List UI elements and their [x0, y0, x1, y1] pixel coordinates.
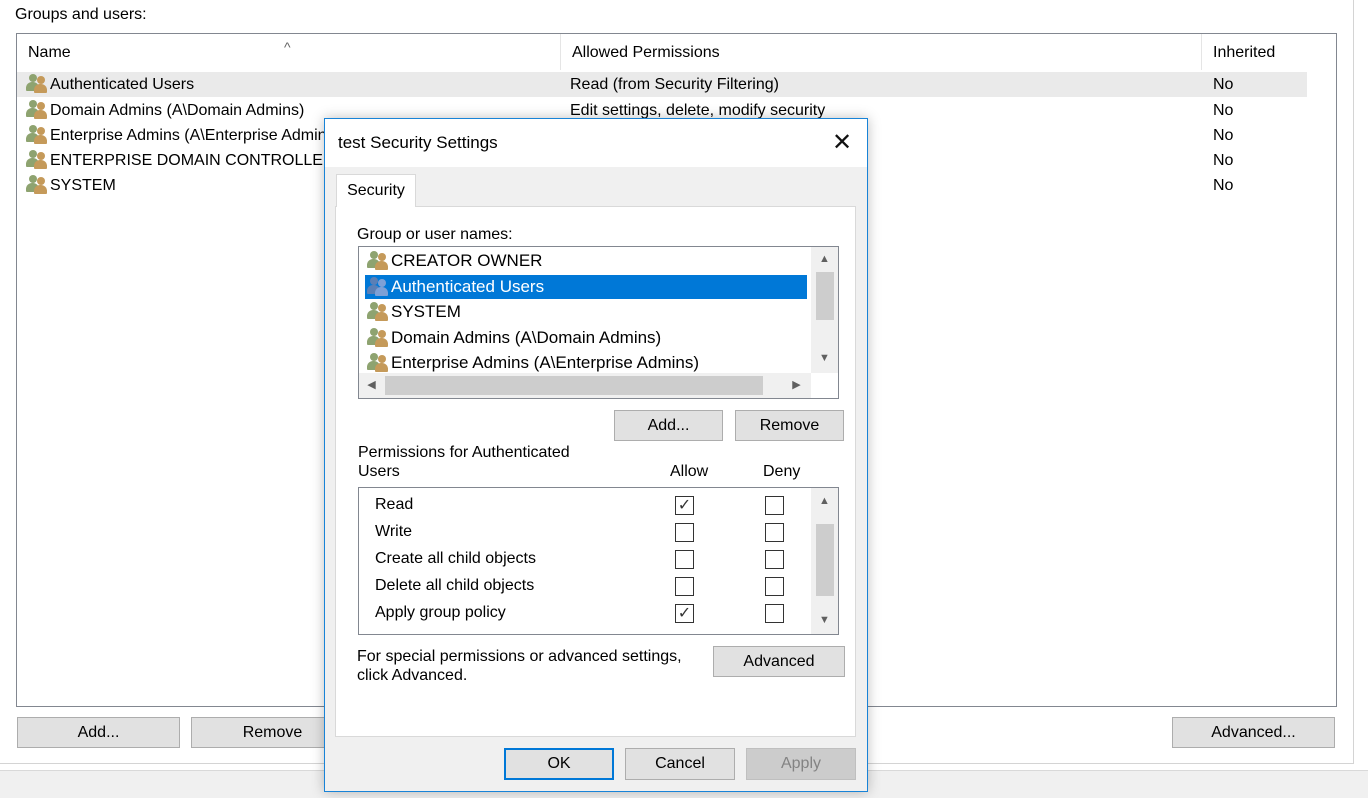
permissions-list[interactable]: Read ✓ Write Create all child objects De… — [358, 487, 839, 635]
users-icon — [26, 124, 48, 144]
list-item-label: Enterprise Admins (A\Enterprise Admins) — [391, 353, 700, 372]
write-deny-checkbox[interactable] — [765, 523, 784, 542]
permission-delete-child-label: Delete all child objects — [375, 577, 535, 594]
row-permissions: Read (from Security Filtering) — [570, 76, 779, 93]
read-deny-checkbox[interactable] — [765, 496, 784, 515]
security-tab-panel: Group or user names: CREATOR OWNER Authe… — [335, 206, 856, 737]
advanced-button[interactable]: Advanced — [713, 646, 845, 677]
list-item-label: SYSTEM — [391, 302, 461, 321]
background-add-button[interactable]: Add... — [17, 717, 180, 748]
special-permissions-text: For special permissions or advanced sett… — [357, 648, 682, 684]
users-icon — [367, 276, 389, 296]
users-icon — [26, 174, 48, 194]
row-inherited: No — [1213, 102, 1234, 119]
permission-read-label: Read — [375, 496, 414, 513]
scroll-up-icon[interactable]: ▲ — [816, 493, 833, 510]
close-icon[interactable]: ✕ — [821, 123, 863, 163]
list-item-label: Authenticated Users — [391, 277, 545, 296]
read-allow-checkbox[interactable]: ✓ — [675, 496, 694, 515]
permission-create-child-label: Create all child objects — [375, 550, 536, 567]
users-icon — [367, 301, 389, 321]
security-settings-dialog: test Security Settings ✕ Security Group … — [324, 118, 868, 792]
table-row[interactable]: Authenticated Users Read (from Security … — [17, 72, 1307, 97]
delete-child-deny-checkbox[interactable] — [765, 577, 784, 596]
users-icon — [26, 149, 48, 169]
list-item[interactable]: SYSTEM — [365, 300, 465, 324]
permissions-for-label: Permissions for Authenticated Users — [358, 444, 570, 480]
users-icon — [26, 73, 48, 93]
add-user-button[interactable]: Add... — [614, 410, 723, 441]
tab-security[interactable]: Security — [336, 174, 416, 207]
scroll-up-icon[interactable]: ▲ — [816, 251, 833, 268]
column-header-allowed-permissions-label: Allowed Permissions — [572, 44, 720, 61]
list-item[interactable]: Domain Admins (A\Domain Admins) — [365, 326, 665, 350]
delete-child-allow-checkbox[interactable] — [675, 577, 694, 596]
users-icon — [26, 99, 48, 119]
row-inherited: No — [1213, 76, 1234, 93]
row-name: Authenticated Users — [50, 76, 195, 93]
scroll-left-icon[interactable]: ◀ — [363, 377, 380, 394]
group-user-names-label: Group or user names: — [357, 226, 513, 243]
list-item-label: CREATOR OWNER — [391, 251, 543, 270]
row-name: ENTERPRISE DOMAIN CONTROLLERS — [50, 152, 346, 169]
list-item[interactable]: Authenticated Users — [365, 275, 807, 299]
row-name-cell: Authenticated Users — [26, 72, 561, 97]
create-child-deny-checkbox[interactable] — [765, 550, 784, 569]
ok-button[interactable]: OK — [504, 748, 614, 780]
deny-column-header: Deny — [763, 463, 801, 480]
permission-apply-gp-label: Apply group policy — [375, 604, 506, 621]
apply-gp-allow-checkbox[interactable]: ✓ — [675, 604, 694, 623]
sort-ascending-icon: ^ — [284, 39, 291, 55]
column-header-inherited[interactable]: Inherited — [1202, 34, 1306, 70]
remove-user-button[interactable]: Remove — [735, 410, 844, 441]
row-inherited: No — [1213, 177, 1234, 194]
row-name: SYSTEM — [50, 177, 116, 194]
write-allow-checkbox[interactable] — [675, 523, 694, 542]
dialog-title: test Security Settings — [338, 133, 498, 152]
column-header-name-label: Name — [28, 44, 71, 61]
allow-column-header: Allow — [670, 463, 709, 480]
column-header-inherited-label: Inherited — [1213, 44, 1276, 61]
user-list-hscroll-thumb[interactable] — [385, 376, 763, 395]
cancel-button[interactable]: Cancel — [625, 748, 735, 780]
user-list-vertical-scrollbar[interactable]: ▲ ▼ — [811, 247, 838, 373]
row-name: Domain Admins (A\Domain Admins) — [50, 102, 305, 119]
create-child-allow-checkbox[interactable] — [675, 550, 694, 569]
scroll-right-icon[interactable]: ▶ — [788, 377, 805, 394]
list-item[interactable]: Enterprise Admins (A\Enterprise Admins) — [365, 351, 703, 375]
apply-button[interactable]: Apply — [746, 748, 856, 780]
row-inherited: No — [1213, 127, 1234, 144]
user-list-horizontal-scrollbar[interactable]: ◀ ▶ — [359, 373, 811, 398]
background-advanced-button[interactable]: Advanced... — [1172, 717, 1335, 748]
row-inherited: No — [1213, 152, 1234, 169]
user-list-scroll-thumb[interactable] — [816, 272, 834, 320]
group-user-list[interactable]: CREATOR OWNER Authenticated Users SYSTEM… — [358, 246, 839, 399]
scroll-down-icon[interactable]: ▼ — [816, 350, 833, 367]
column-header-allowed-permissions[interactable]: Allowed Permissions — [561, 34, 1202, 70]
column-header-name[interactable]: Name ^ — [17, 34, 561, 70]
permission-write-label: Write — [375, 523, 413, 540]
groups-and-users-label: Groups and users: — [15, 6, 147, 23]
list-item[interactable]: CREATOR OWNER — [365, 249, 546, 273]
users-icon — [367, 250, 389, 270]
apply-gp-deny-checkbox[interactable] — [765, 604, 784, 623]
row-name: Enterprise Admins (A\Enterprise Admins) — [50, 127, 340, 144]
users-icon — [367, 352, 389, 372]
list-item-label: Domain Admins (A\Domain Admins) — [391, 328, 662, 347]
dialog-title-bar[interactable]: test Security Settings ✕ — [325, 119, 867, 167]
users-icon — [367, 327, 389, 347]
permissions-scroll-thumb[interactable] — [816, 524, 834, 596]
scroll-down-icon[interactable]: ▼ — [816, 612, 833, 629]
permissions-vertical-scrollbar[interactable]: ▲ ▼ — [811, 488, 838, 634]
